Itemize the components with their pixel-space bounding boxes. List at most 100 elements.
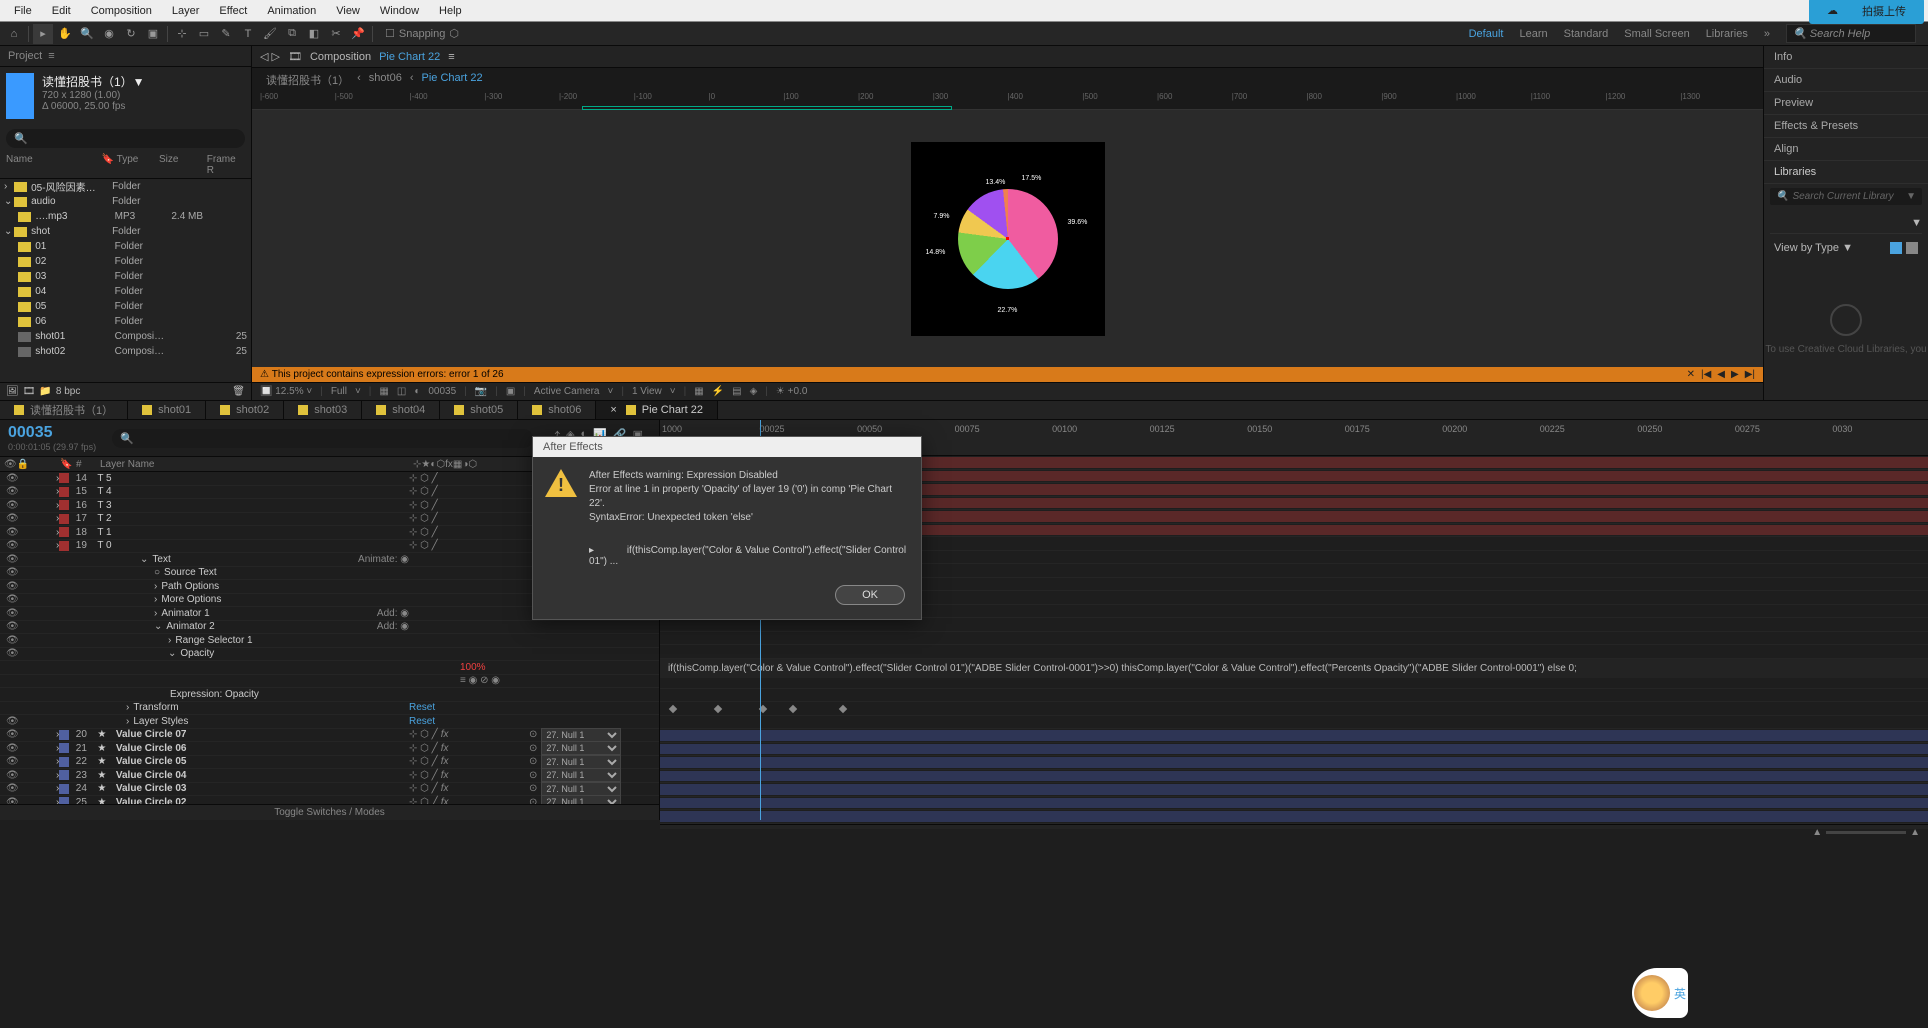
timeline-row[interactable]: 👁›21★ Value Circle 06⊹ ⬡ ╱ fx⊙ 27. Null … [0, 742, 659, 756]
timeline-row[interactable]: 👁›22★ Value Circle 05⊹ ⬡ ╱ fx⊙ 27. Null … [0, 756, 659, 770]
workspace-menu-icon[interactable]: » [1764, 28, 1770, 40]
timeline-row[interactable]: 👁›23★ Value Circle 04⊹ ⬡ ╱ fx⊙ 27. Null … [0, 769, 659, 783]
error-first-icon[interactable]: |◀ [1701, 369, 1711, 380]
panel-align[interactable]: Align [1764, 138, 1928, 161]
panel-preview[interactable]: Preview [1764, 92, 1928, 115]
bpc-toggle[interactable]: 8 bpc [56, 386, 80, 397]
project-item[interactable]: ›05Folder [0, 299, 251, 314]
error-prev-icon[interactable]: ◀ [1717, 369, 1725, 380]
timeline-tab[interactable]: 读懂招股书（1） [0, 401, 128, 419]
flowchart-icon[interactable]: ◈ [750, 386, 758, 397]
panel-effects-presets[interactable]: Effects & Presets [1764, 115, 1928, 138]
eraser-tool-icon[interactable]: ◧ [304, 24, 324, 44]
pixel-aspect-icon[interactable]: ▦ [694, 386, 703, 397]
input-method-badge[interactable]: 英 [1632, 968, 1688, 1018]
zoom-tool-icon[interactable]: 🔍 [77, 24, 97, 44]
rect-tool-icon[interactable]: ▭ [194, 24, 214, 44]
error-next-icon[interactable]: ▶ [1731, 369, 1739, 380]
view-dropdown[interactable]: 1 View [632, 386, 662, 397]
new-comp-icon[interactable]: 🎞 [23, 386, 36, 397]
list-view-icon[interactable] [1906, 242, 1918, 254]
roto-tool-icon[interactable]: ✂ [326, 24, 346, 44]
orbit-tool-icon[interactable]: ◉ [99, 24, 119, 44]
project-item[interactable]: ›01Folder [0, 239, 251, 254]
workspace-smallscreen[interactable]: Small Screen [1624, 28, 1689, 40]
timeline-tab[interactable]: shot05 [440, 401, 518, 419]
pen-tool-icon[interactable]: ✎ [216, 24, 236, 44]
menu-help[interactable]: Help [429, 2, 472, 20]
new-folder-icon[interactable]: 📁 [39, 386, 51, 397]
timeline-tab[interactable]: shot06 [518, 401, 596, 419]
workspace-libraries[interactable]: Libraries [1706, 28, 1748, 40]
brush-tool-icon[interactable]: 🖌 [260, 24, 280, 44]
project-item[interactable]: ›02Folder [0, 254, 251, 269]
timeline-tab[interactable]: shot04 [362, 401, 440, 419]
grid-view-icon[interactable] [1890, 242, 1902, 254]
timeline-row[interactable]: 👁⌄Opacity [0, 648, 659, 662]
rotate-tool-icon[interactable]: ↻ [121, 24, 141, 44]
menu-animation[interactable]: Animation [257, 2, 326, 20]
timeline-row[interactable]: 👁›24★ Value Circle 03⊹ ⬡ ╱ fx⊙ 27. Null … [0, 783, 659, 797]
menu-file[interactable]: File [4, 2, 42, 20]
mask-icon[interactable]: ◐ [414, 386, 420, 397]
zoom-dropdown[interactable]: 🔲 12.5% ˅ [260, 386, 312, 397]
camera-dropdown[interactable]: Active Camera [534, 386, 600, 397]
timeline-row[interactable]: ›TransformReset [0, 702, 659, 716]
project-tab[interactable]: Project [8, 50, 42, 62]
library-search-input[interactable]: 🔍 Search Current Library ▼ [1770, 188, 1922, 205]
timeline-tab[interactable]: × Pie Chart 22 [596, 401, 718, 419]
text-tool-icon[interactable]: T [238, 24, 258, 44]
zoom-in-icon[interactable]: ▲ [1910, 827, 1920, 838]
menu-edit[interactable]: Edit [42, 2, 81, 20]
workspace-learn[interactable]: Learn [1519, 28, 1547, 40]
crumb-shot[interactable]: shot06 [369, 72, 402, 88]
timeline-row[interactable]: 👁›20★ Value Circle 07⊹ ⬡ ╱ fx⊙ 27. Null … [0, 729, 659, 743]
menu-window[interactable]: Window [370, 2, 429, 20]
interpret-icon[interactable]: 🖼 [6, 386, 19, 397]
expand-arrow-icon[interactable]: ▸ [589, 545, 594, 556]
snapping-checkbox[interactable]: ☐ Snapping ⬡ [385, 27, 459, 40]
crumb-current[interactable]: Pie Chart 22 [422, 72, 483, 88]
grid-icon[interactable]: ▦ [379, 386, 388, 397]
hand-tool-icon[interactable]: ✋ [55, 24, 75, 44]
timeline-row[interactable]: ≡ ◉ ⊘ ◉ [0, 675, 659, 689]
camera-tool-icon[interactable]: ▣ [143, 24, 163, 44]
timeline-row[interactable]: 👁›Layer StylesReset [0, 715, 659, 729]
timeline-row[interactable]: 👁⌄Animator 2Add: ◉ [0, 621, 659, 635]
menu-view[interactable]: View [326, 2, 370, 20]
comp-tab-name[interactable]: Pie Chart 22 [379, 51, 440, 63]
timeline-row[interactable]: Expression: Opacity [0, 688, 659, 702]
resolution-dropdown[interactable]: Full [331, 386, 347, 397]
snapshot-icon[interactable]: 📷 [475, 386, 487, 397]
workspace-default[interactable]: Default [1469, 28, 1504, 40]
timeline-search-input[interactable]: 🔍 [112, 429, 533, 448]
error-close-icon[interactable]: ✕ [1687, 369, 1695, 380]
timeline-zoom-slider[interactable] [1826, 831, 1906, 834]
search-help-input[interactable]: 🔍 Search Help [1786, 24, 1916, 43]
project-item[interactable]: ….mp3MP32.4 MB [0, 209, 251, 224]
project-item[interactable]: ›06Folder [0, 314, 251, 329]
project-item[interactable]: ›03Folder [0, 269, 251, 284]
timeline-row[interactable]: 100% [0, 661, 659, 675]
ok-button[interactable]: OK [835, 585, 905, 605]
project-item[interactable]: ⌄shotFolder [0, 224, 251, 239]
sync-upload-badge[interactable]: ☁ 拍摄上传 [1809, 0, 1924, 24]
home-tool-icon[interactable]: ⌂ [4, 24, 24, 44]
project-item[interactable]: ›04Folder [0, 284, 251, 299]
project-item[interactable]: shot02Composi…25 [0, 344, 251, 359]
col-size[interactable]: Size [159, 154, 207, 176]
toggle-switches-button[interactable]: Toggle Switches / Modes [274, 807, 385, 818]
time-display[interactable]: 00035 [428, 386, 456, 397]
col-name[interactable]: Name [6, 154, 102, 176]
menu-composition[interactable]: Composition [81, 2, 162, 20]
col-layername[interactable]: Layer Name [96, 459, 409, 470]
project-item[interactable]: shot01Composi…25 [0, 329, 251, 344]
composition-canvas[interactable]: 39.6% 22.7% 14.8% 7.9% 13.4% 17.5% [252, 110, 1763, 367]
zoom-out-icon[interactable]: ▲ [1812, 827, 1822, 838]
anchor-tool-icon[interactable]: ⊹ [172, 24, 192, 44]
menu-effect[interactable]: Effect [209, 2, 257, 20]
timeline-current-time[interactable]: 00035 [8, 424, 96, 442]
timeline-tab[interactable]: shot03 [284, 401, 362, 419]
trash-icon[interactable]: 🗑 [232, 386, 245, 397]
exposure-adjust[interactable]: ☀ +0.0 [776, 386, 808, 397]
